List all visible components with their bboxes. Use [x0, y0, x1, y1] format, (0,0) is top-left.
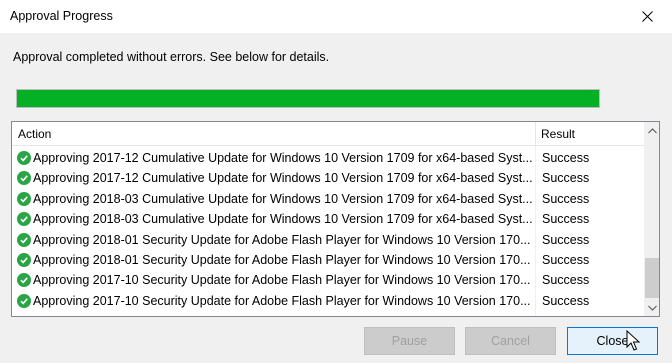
list-item[interactable]: Approving 2018-03 Cumulative Update for …: [12, 209, 644, 229]
success-check-icon: [17, 293, 31, 308]
list-rows: Approving 2017-12 Cumulative Update for …: [12, 148, 644, 311]
window-title: Approval Progress: [10, 9, 113, 23]
row-result-text: Success: [542, 151, 590, 165]
list-item[interactable]: Approving 2017-12 Cumulative Update for …: [12, 148, 644, 168]
row-action-text: Approving 2017-12 Cumulative Update for …: [33, 171, 533, 186]
list-item[interactable]: Approving 2017-10 Security Update for Ad…: [12, 270, 644, 290]
list-header: Action Result: [12, 122, 644, 146]
chevron-down-icon: [648, 305, 657, 311]
progress-bar-fill: [17, 90, 599, 107]
scrollbar-thumb[interactable]: [645, 258, 659, 298]
cancel-button[interactable]: Cancel: [465, 327, 556, 355]
row-action-text: Approving 2017-12 Cumulative Update for …: [33, 151, 533, 165]
row-result-text: Success: [542, 252, 590, 267]
list-item[interactable]: Approving 2017-12 Cumulative Update for …: [12, 168, 644, 188]
row-action-text: Approving 2018-01 Security Update for Ad…: [33, 232, 531, 247]
list-item[interactable]: Approving 2017-10 Security Update for Ad…: [12, 291, 644, 311]
success-check-icon: [17, 232, 31, 247]
close-button[interactable]: Close: [567, 327, 658, 355]
row-result-text: Success: [542, 171, 590, 186]
title-bar: Approval Progress: [0, 0, 672, 33]
success-check-icon: [17, 171, 31, 186]
list-item[interactable]: Approving 2018-03 Cumulative Update for …: [12, 189, 644, 209]
list-item[interactable]: Approving 2018-01 Security Update for Ad…: [12, 230, 644, 250]
row-result-text: Success: [542, 212, 590, 227]
success-check-icon: [17, 212, 31, 227]
row-action-text: Approving 2018-03 Cumulative Update for …: [33, 212, 533, 227]
success-check-icon: [17, 151, 31, 165]
pause-button[interactable]: Pause: [364, 327, 455, 355]
row-action-text: Approving 2018-01 Security Update for Ad…: [33, 252, 531, 267]
row-result-text: Success: [542, 273, 590, 288]
mouse-cursor-icon: [626, 330, 640, 351]
row-result-text: Success: [542, 191, 590, 206]
vertical-scrollbar[interactable]: [644, 122, 659, 316]
chevron-up-icon: [648, 127, 657, 133]
row-result-text: Success: [542, 293, 590, 308]
column-header-action[interactable]: Action: [18, 127, 51, 141]
results-list: Action Result Approving 2017-12 Cumulati…: [11, 121, 660, 317]
column-divider[interactable]: [535, 122, 536, 146]
scroll-down-button[interactable]: [644, 299, 659, 316]
success-check-icon: [17, 191, 31, 206]
dialog-body: Approval completed without errors. See b…: [0, 33, 672, 363]
success-check-icon: [17, 273, 31, 288]
status-message: Approval completed without errors. See b…: [13, 50, 330, 64]
scroll-up-button[interactable]: [644, 122, 659, 139]
success-check-icon: [17, 252, 31, 267]
row-action-text: Approving 2017-10 Security Update for Ad…: [33, 273, 531, 288]
column-header-result[interactable]: Result: [541, 127, 575, 141]
close-icon: [641, 11, 653, 22]
row-action-text: Approving 2017-10 Security Update for Ad…: [33, 293, 531, 308]
close-window-button[interactable]: [622, 0, 672, 33]
list-item[interactable]: Approving 2018-01 Security Update for Ad…: [12, 250, 644, 270]
row-result-text: Success: [542, 232, 590, 247]
row-action-text: Approving 2018-03 Cumulative Update for …: [33, 191, 533, 206]
progress-bar: [16, 89, 600, 108]
